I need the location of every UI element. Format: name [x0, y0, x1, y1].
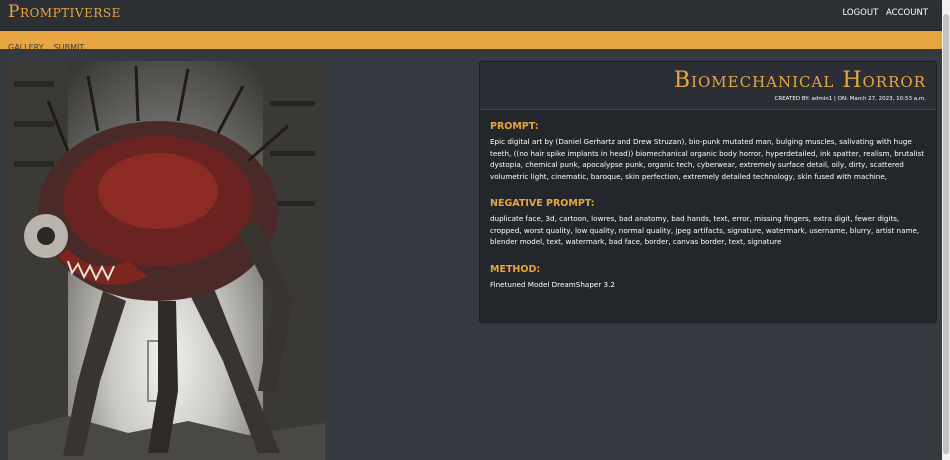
negative-prompt-text: duplicate face, 3d, cartoon, lowres, bad…: [490, 214, 920, 246]
top-nav: LOGOUT ACCOUNT: [837, 8, 928, 18]
account-link[interactable]: ACCOUNT: [886, 8, 928, 18]
prompt-details-panel: Biomechanical Horror CREATED BY: admin1 …: [479, 61, 937, 323]
logout-link[interactable]: LOGOUT: [842, 8, 878, 18]
page-title: Biomechanical Horror: [673, 68, 926, 93]
brand-logo[interactable]: Promptiverse: [8, 2, 121, 22]
prompt-heading: PROMPT:: [490, 121, 539, 132]
sub-navbar: GALLERY SUBMIT: [0, 31, 942, 52]
top-navbar: Promptiverse LOGOUT ACCOUNT: [0, 0, 942, 31]
panel-header: Biomechanical Horror CREATED BY: admin1 …: [480, 62, 936, 110]
scrollbar-thumb[interactable]: [943, 14, 949, 454]
method-heading: METHOD:: [490, 263, 541, 275]
submit-link[interactable]: SUBMIT: [54, 43, 85, 52]
gallery-link[interactable]: GALLERY: [8, 43, 44, 52]
method-text: Finetuned Model DreamShaper 3.2: [490, 279, 615, 289]
artwork-image: [8, 61, 325, 460]
created-info: CREATED BY: admin1 | ON: March 27, 2023,…: [774, 96, 926, 102]
scrollbar[interactable]: [942, 0, 950, 460]
negative-prompt-heading: NEGATIVE PROMPT:: [490, 198, 595, 209]
creature-illustration: [8, 61, 325, 460]
prompt-text: Epic digital art by (Daniel Gerhartz and…: [490, 137, 925, 181]
